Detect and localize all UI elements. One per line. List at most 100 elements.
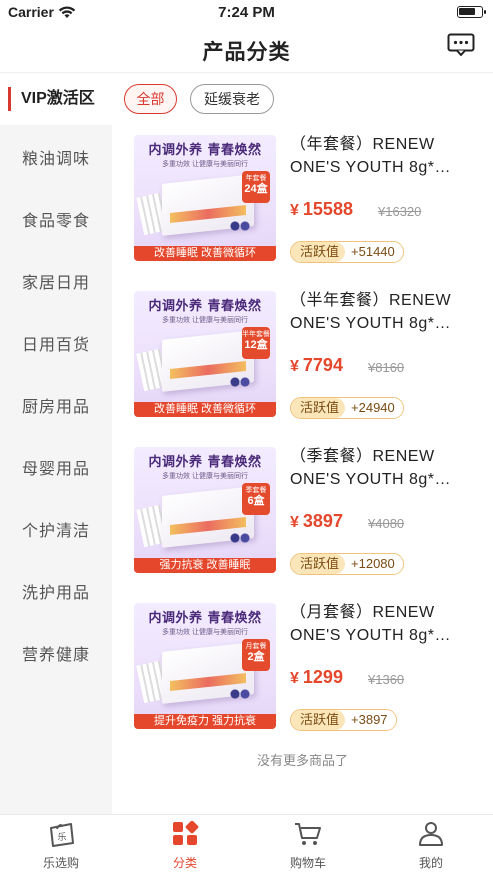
product-card[interactable]: 内调外养 青春焕然 多重功效 让健康与美丽同行 半年套餐 12盒 改善睡眠 改善… [112, 281, 493, 421]
activity-label: 活跃值 [291, 554, 346, 574]
category-sidebar: 粮油调味 食品零食 家居日用 日用百货 厨房用品 母婴用品 个护清洁 洗护用品 … [0, 125, 112, 814]
message-icon[interactable] [447, 33, 475, 57]
package-badge: 半年套餐 12盒 [242, 327, 270, 359]
product-list: 内调外养 青春焕然 多重功效 让健康与美丽同行 年套餐 24盒 改善睡眠 改善微… [112, 125, 493, 814]
product-image[interactable]: 内调外养 青春焕然 多重功效 让健康与美丽同行 年套餐 24盒 改善睡眠 改善微… [134, 135, 276, 261]
badge-top: 半年套餐 [242, 331, 270, 338]
tab-profile[interactable]: 我的 [391, 821, 471, 871]
battery-icon [457, 6, 486, 18]
image-headline: 内调外养 青春焕然 [148, 143, 262, 158]
sidebar-item-personal-care[interactable]: 个护清洁 [0, 512, 112, 552]
berries-decoration [230, 221, 252, 231]
badge-count: 6盒 [247, 495, 265, 507]
product-title[interactable]: （月套餐）RENEW ONE'S YOUTH 8g*… [290, 601, 480, 647]
price-value: 15588 [302, 199, 353, 219]
activity-label: 活跃值 [291, 242, 346, 262]
product-price: ¥1299 [290, 667, 343, 688]
berries-decoration [230, 377, 252, 387]
activity-label: 活跃值 [291, 398, 346, 418]
tab-cart[interactable]: 购物车 [268, 821, 348, 871]
product-title[interactable]: （年套餐）RENEW ONE'S YOUTH 8g*… [290, 133, 480, 179]
image-tagline: 多重功效 让健康与美丽同行 [162, 161, 248, 168]
product-image[interactable]: 内调外养 青春焕然 多重功效 让健康与美丽同行 季套餐 6盒 强力抗衰 改善睡眠 [134, 447, 276, 573]
activity-label: 活跃值 [291, 710, 346, 730]
currency-symbol: ¥ [290, 514, 299, 531]
activity-badge: 活跃值 +24940 [290, 397, 404, 419]
badge-count: 2盒 [247, 651, 265, 663]
image-tagline: 多重功效 让健康与美丽同行 [162, 317, 248, 324]
product-price: ¥15588 [290, 199, 353, 220]
original-price: ¥4080 [368, 516, 405, 531]
sidebar-item-wash-care[interactable]: 洗护用品 [0, 574, 112, 614]
badge-top: 季套餐 [245, 487, 267, 494]
activity-value: +3897 [345, 710, 396, 730]
sidebar-item-nutrition[interactable]: 营养健康 [0, 636, 112, 676]
shop-bag-icon: 乐 [50, 823, 74, 847]
activity-value: +12080 [345, 554, 403, 574]
nav-bar: 产品分类 [0, 28, 493, 72]
product-card[interactable]: 内调外养 青春焕然 多重功效 让健康与美丽同行 季套餐 6盒 强力抗衰 改善睡眠… [112, 437, 493, 577]
product-title[interactable]: （季套餐）RENEW ONE'S YOUTH 8g*… [290, 445, 480, 491]
package-badge: 年套餐 24盒 [242, 171, 270, 203]
bottom-tab-bar: 乐 乐选购 分类 购物车 我的 [0, 814, 493, 879]
activity-badge: 活跃值 +12080 [290, 553, 404, 575]
product-image[interactable]: 内调外养 青春焕然 多重功效 让健康与美丽同行 月套餐 2盒 提升免疫力 强力抗… [134, 603, 276, 729]
benefit-strip: 改善睡眠 改善微循环 [134, 246, 276, 261]
tab-label: 分类 [172, 856, 197, 870]
sidebar-item-daily-goods[interactable]: 日用百货 [0, 326, 112, 366]
activity-value: +51440 [345, 242, 403, 262]
activity-value: +24940 [345, 398, 403, 418]
sidebar-item-kitchen[interactable]: 厨房用品 [0, 388, 112, 428]
tab-label: 我的 [418, 856, 443, 870]
app-root: Carrier 7:24 PM 产品分类 VIP激活区 全部 延缓衰老 粮油调味… [0, 0, 493, 879]
image-tagline: 多重功效 让健康与美丽同行 [162, 629, 248, 636]
status-bar: Carrier 7:24 PM [0, 0, 493, 28]
filter-chip-anti-aging[interactable]: 延缓衰老 [190, 84, 274, 114]
tab-label: 购物车 [289, 856, 326, 870]
cart-icon [295, 823, 321, 845]
list-end-text: 没有更多商品了 [256, 753, 348, 768]
package-badge: 季套餐 6盒 [242, 483, 270, 515]
sidebar-item-snacks[interactable]: 食品零食 [0, 202, 112, 242]
product-price: ¥3897 [290, 511, 343, 532]
price-value: 7794 [302, 355, 343, 375]
filter-chip-all[interactable]: 全部 [124, 84, 177, 114]
currency-symbol: ¥ [290, 202, 299, 219]
product-card[interactable]: 内调外养 青春焕然 多重功效 让健康与美丽同行 月套餐 2盒 提升免疫力 强力抗… [112, 593, 493, 733]
benefit-strip: 提升免疫力 强力抗衰 [134, 714, 276, 729]
package-badge: 月套餐 2盒 [242, 639, 270, 671]
badge-count: 12盒 [244, 339, 268, 351]
category-icon [173, 820, 199, 845]
user-icon [419, 822, 443, 846]
status-time: 7:24 PM [218, 4, 275, 21]
vip-filter-row: VIP激活区 全部 延缓衰老 [0, 73, 493, 125]
activity-badge: 活跃值 +51440 [290, 241, 404, 263]
tab-label: 乐选购 [42, 856, 79, 870]
currency-symbol: ¥ [290, 670, 299, 687]
image-headline: 内调外养 青春焕然 [148, 299, 262, 314]
image-headline: 内调外养 青春焕然 [148, 611, 262, 626]
price-value: 1299 [302, 667, 343, 687]
tab-category[interactable]: 分类 [145, 820, 225, 871]
sidebar-item-baby[interactable]: 母婴用品 [0, 450, 112, 490]
sidebar-item-grain-oil[interactable]: 粮油调味 [0, 140, 112, 180]
original-price: ¥1360 [368, 672, 405, 687]
page-title: 产品分类 [202, 41, 291, 64]
image-headline: 内调外养 青春焕然 [148, 455, 262, 470]
product-card[interactable]: 内调外养 青春焕然 多重功效 让健康与美丽同行 年套餐 24盒 改善睡眠 改善微… [112, 125, 493, 265]
tab-shop[interactable]: 乐 乐选购 [21, 821, 101, 871]
badge-top: 月套餐 [245, 643, 267, 650]
activity-badge: 活跃值 +3897 [290, 709, 397, 731]
image-tagline: 多重功效 让健康与美丽同行 [162, 473, 248, 480]
benefit-strip: 改善睡眠 改善微循环 [134, 402, 276, 417]
price-value: 3897 [302, 511, 343, 531]
berries-decoration [230, 533, 252, 543]
product-image[interactable]: 内调外养 青春焕然 多重功效 让健康与美丽同行 半年套餐 12盒 改善睡眠 改善… [134, 291, 276, 417]
currency-symbol: ¥ [290, 358, 299, 375]
vip-zone-label[interactable]: VIP激活区 [8, 87, 95, 111]
badge-count: 24盒 [244, 183, 268, 195]
product-title[interactable]: （半年套餐）RENEW ONE'S YOUTH 8g*… [290, 289, 480, 335]
product-price: ¥7794 [290, 355, 343, 376]
sidebar-item-home[interactable]: 家居日用 [0, 264, 112, 304]
svg-text:乐: 乐 [57, 831, 66, 843]
